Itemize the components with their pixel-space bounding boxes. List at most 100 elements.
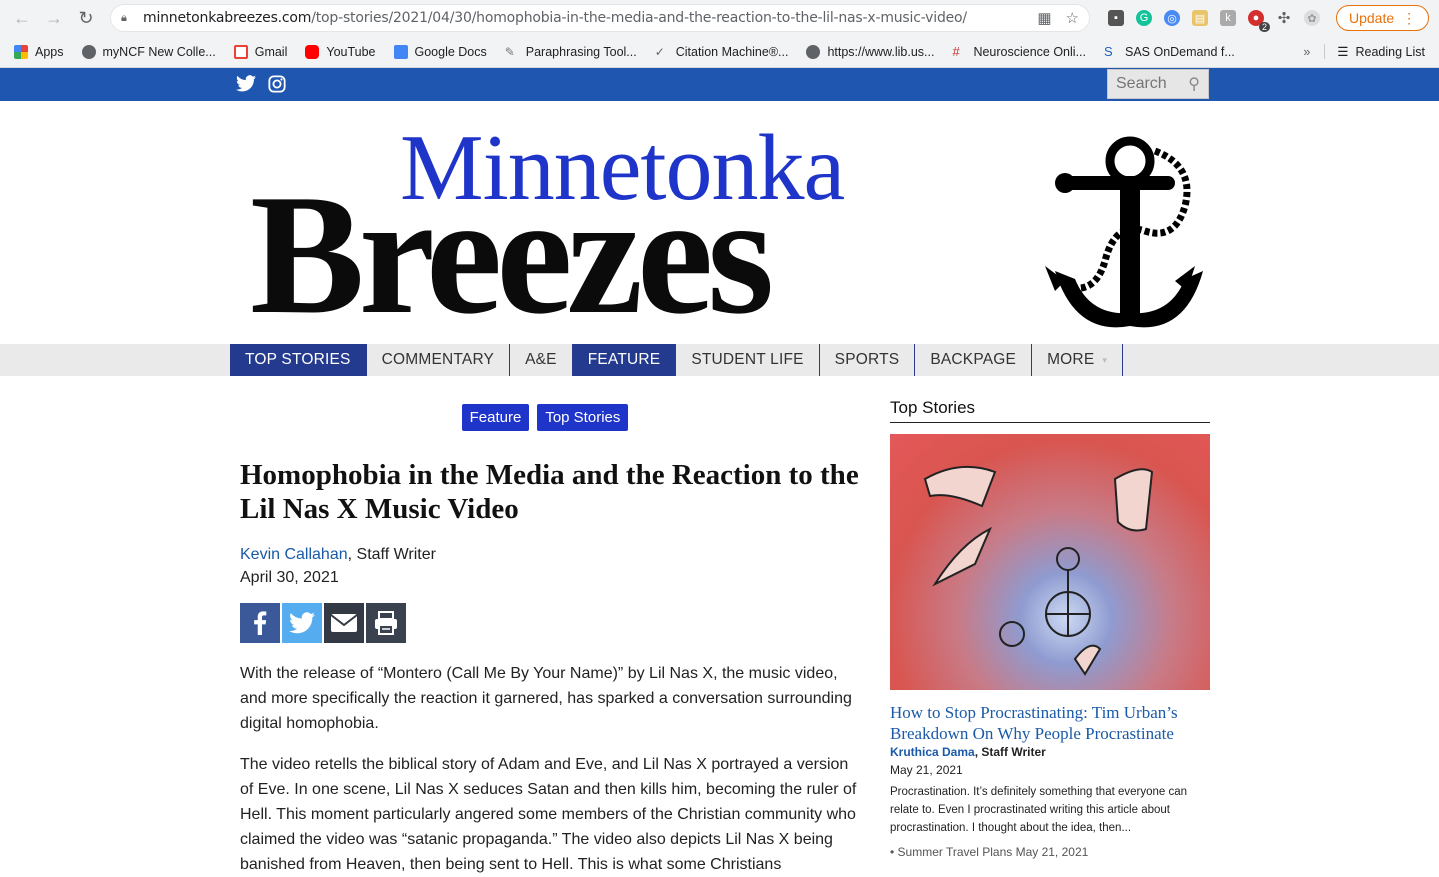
bookmark-label: Gmail	[254, 44, 288, 59]
publish-date: April 30, 2021	[240, 569, 339, 586]
forward-icon[interactable]: →	[40, 4, 68, 32]
nav-more[interactable]: MORE	[1032, 344, 1124, 376]
bookmark-sas[interactable]: S SAS OnDemand f...	[1104, 43, 1235, 59]
bookmark-citation-machine[interactable]: ✓ Citation Machine®...	[655, 45, 789, 59]
masthead[interactable]: Minnetonka Breezes	[0, 101, 1439, 344]
story-author-role: , Staff Writer	[974, 745, 1046, 759]
bookmark-label: Paraphrasing Tool...	[525, 44, 637, 59]
update-button[interactable]: Update ⋮	[1336, 5, 1430, 31]
nav-student-life[interactable]: STUDENT LIFE	[676, 344, 820, 376]
bookmark-label: SAS OnDemand f...	[1125, 44, 1235, 59]
nav-top-stories[interactable]: TOP STORIES	[230, 344, 367, 376]
puzzle-icon[interactable]: ✣	[1276, 10, 1292, 27]
sas-icon: S	[1104, 43, 1113, 59]
bookmark-label: https://www.lib.us...	[827, 44, 935, 59]
story-date: May 21, 2021	[890, 763, 963, 777]
article-paragraph: The video retells the biblical story of …	[240, 756, 857, 873]
story-byline: Kruthica Dama, Staff Writer	[890, 745, 1210, 759]
twitter-icon	[289, 612, 315, 634]
profile-avatar[interactable]: ✿	[1304, 10, 1320, 26]
twitter-icon[interactable]	[236, 75, 256, 98]
category-top-stories[interactable]: Top Stories	[537, 404, 629, 431]
byline: Kevin Callahan, Staff Writer	[240, 546, 860, 564]
story-author-link[interactable]: Kruthica Dama	[890, 745, 975, 759]
bookmark-myncf[interactable]: myNCF New Colle...	[81, 44, 216, 59]
gmail-icon	[233, 44, 248, 59]
reading-list[interactable]: ☰ Reading List	[1324, 44, 1425, 59]
nav-sports[interactable]: SPORTS	[820, 344, 916, 376]
bookmark-label: Neuroscience Onli...	[973, 44, 1086, 59]
reload-icon[interactable]: ↻	[72, 4, 100, 32]
back-icon[interactable]: ←	[8, 4, 36, 32]
globe-icon	[81, 44, 96, 59]
bookmark-google-docs[interactable]: Google Docs	[393, 44, 487, 59]
anchor-icon	[1045, 136, 1203, 328]
neuroscience-icon: #	[952, 43, 960, 59]
qr-code-icon[interactable]: ▦	[1037, 9, 1051, 27]
url-text[interactable]: minnetonkabreezes.com/top-stories/2021/0…	[143, 10, 1037, 26]
bookmark-label: Apps	[35, 44, 64, 59]
article: Feature Top Stories Homophobia in the Me…	[240, 404, 860, 877]
extension-badge: 2	[1258, 22, 1270, 32]
category-tags: Feature Top Stories	[230, 404, 860, 431]
update-label: Update	[1349, 10, 1395, 26]
article-body: With the release of “Montero (Call Me By…	[240, 661, 860, 877]
story-thumbnail[interactable]	[890, 434, 1210, 690]
browser-toolbar: ← → ↻ 🔒︎ minnetonkabreezes.com/top-stori…	[0, 0, 1439, 36]
logo-breezes: Breezes	[250, 160, 774, 350]
search-input[interactable]	[1116, 75, 1186, 93]
grammarly-icon[interactable]: G	[1136, 10, 1152, 26]
twitter-share-button[interactable]	[282, 603, 322, 643]
bookmark-gmail[interactable]: Gmail	[233, 44, 288, 59]
bookmarks-overflow-icon[interactable]: »	[1303, 45, 1310, 59]
menu-dots-icon: ⋮	[1402, 9, 1417, 26]
bookmark-star-icon[interactable]: ☆	[1066, 9, 1079, 27]
search-icon[interactable]: ⚲	[1188, 74, 1200, 94]
story-excerpt: Procrastination. It’s definitely somethi…	[890, 786, 1188, 834]
printer-icon	[375, 611, 397, 635]
bookmark-youtube[interactable]: YouTube	[305, 44, 376, 59]
category-feature[interactable]: Feature	[461, 404, 530, 431]
extension-icon[interactable]: k	[1220, 10, 1236, 26]
nav-commentary[interactable]: COMMENTARY	[367, 344, 511, 376]
lock-icon[interactable]: 🔒︎	[121, 12, 133, 24]
site-topbar: ⚲	[0, 68, 1439, 101]
facebook-icon	[254, 611, 267, 635]
reading-list-label: Reading List	[1355, 44, 1426, 59]
citation-icon: ✓	[654, 44, 665, 59]
nav-feature[interactable]: FEATURE	[572, 344, 677, 376]
email-share-button[interactable]	[324, 603, 364, 643]
bookmark-paraphrasing[interactable]: ✎ Paraphrasing Tool...	[505, 45, 637, 59]
envelope-icon	[330, 614, 358, 632]
sidebar-top-stories: Top Stories How to Stop Procrastinating:…	[890, 398, 1210, 859]
print-button[interactable]	[366, 603, 406, 643]
address-bar[interactable]: 🔒︎ minnetonkabreezes.com/top-stories/202…	[110, 4, 1090, 32]
ublock-icon[interactable]: ● 2	[1248, 10, 1270, 32]
author-link[interactable]: Kevin Callahan	[240, 546, 348, 563]
article-title: Homophobia in the Media and the Reaction…	[240, 459, 859, 525]
main-navigation: TOP STORIES COMMENTARY A&E FEATURE STUDE…	[0, 344, 1439, 376]
notes-extension-icon[interactable]: ▤	[1192, 10, 1208, 26]
nav-arts-entertainment[interactable]: A&E	[510, 344, 573, 376]
bookmark-neuroscience[interactable]: # Neuroscience Onli...	[952, 43, 1086, 59]
youtube-icon	[305, 44, 320, 59]
bookmarks-bar: Apps myNCF New Colle... Gmail YouTube Go…	[0, 36, 1439, 68]
bookmark-lib[interactable]: https://www.lib.us...	[806, 44, 935, 59]
article-paragraph: With the release of “Montero (Call Me By…	[240, 665, 852, 732]
reading-list-icon: ☰	[1337, 45, 1349, 59]
facebook-share-button[interactable]	[240, 603, 280, 643]
chrome-extension-icon[interactable]: ◎	[1164, 10, 1180, 26]
story-title-link[interactable]: How to Stop Procrastinating: Tim Urban’s…	[890, 702, 1210, 744]
author-role: , Staff Writer	[347, 546, 436, 563]
url-path: /top-stories/2021/04/30/homophobia-in-th…	[311, 10, 967, 26]
lock-extension-icon[interactable]: ▪	[1108, 10, 1124, 26]
social-links	[236, 75, 286, 98]
procrastination-illustration	[923, 465, 1154, 676]
site-search[interactable]: ⚲	[1107, 69, 1209, 99]
extensions-area: ▪ G ◎ ▤ k ● 2 ✣ ✿	[1108, 10, 1320, 32]
sidebar-heading: Top Stories	[890, 398, 1210, 423]
nav-backpage[interactable]: BACKPAGE	[915, 344, 1033, 376]
share-buttons	[240, 603, 860, 643]
instagram-icon[interactable]	[268, 75, 286, 98]
bookmark-apps[interactable]: Apps	[14, 44, 64, 59]
